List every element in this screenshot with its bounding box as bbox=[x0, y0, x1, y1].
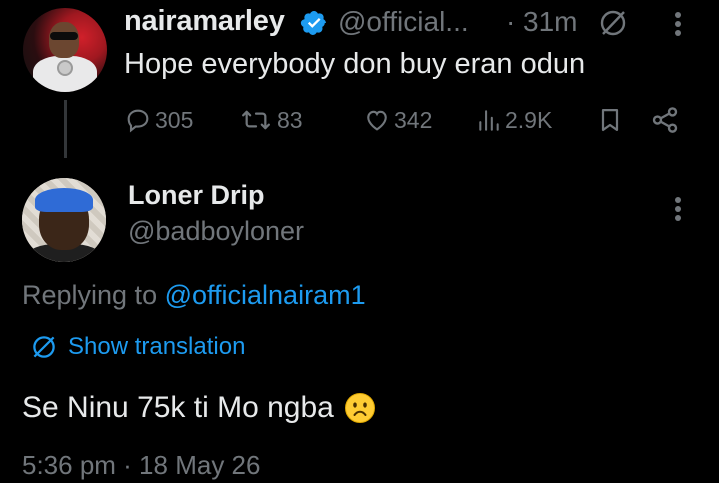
bookmark-button[interactable] bbox=[596, 102, 624, 138]
more-vertical-icon[interactable] bbox=[668, 194, 688, 224]
view-count: 2.9K bbox=[505, 106, 553, 133]
views-button[interactable]: 2.9K bbox=[476, 102, 552, 138]
avatar-chain bbox=[57, 60, 73, 76]
repost-count: 83 bbox=[277, 106, 303, 133]
more-vertical-icon[interactable] bbox=[668, 9, 688, 39]
like-icon bbox=[367, 110, 387, 131]
repost-button[interactable]: 83 bbox=[238, 102, 303, 138]
avatar-durag bbox=[35, 188, 93, 212]
avatar-face bbox=[49, 22, 79, 58]
share-button[interactable] bbox=[650, 102, 680, 138]
parent-tweet[interactable]: nairamarley @official... · 31m Hope ever… bbox=[0, 0, 719, 160]
reply-tweet-text: Se Ninu 75k ti Mo ngba bbox=[22, 391, 376, 425]
share-icon bbox=[652, 107, 678, 133]
verified-badge-icon bbox=[300, 11, 326, 35]
repost-icon bbox=[242, 110, 270, 130]
reply-author-display-name[interactable]: Loner Drip bbox=[128, 180, 265, 211]
replying-to: Replying to @officialnairam1 bbox=[22, 280, 366, 311]
show-translation-label: Show translation bbox=[68, 333, 246, 360]
like-button[interactable]: 342 bbox=[363, 102, 432, 138]
reply-avatar[interactable] bbox=[22, 178, 106, 262]
reply-button[interactable]: 305 bbox=[124, 102, 193, 138]
reply-count: 305 bbox=[155, 106, 194, 133]
reply-icon bbox=[127, 109, 149, 133]
show-translation-button[interactable]: Show translation bbox=[30, 330, 245, 364]
separator-dot: · bbox=[506, 6, 516, 37]
views-icon bbox=[479, 110, 499, 131]
globe-translate-icon bbox=[33, 336, 55, 358]
tweet-actions: 305 83 342 2.9K bbox=[0, 102, 719, 138]
replying-to-prefix: Replying to bbox=[22, 280, 165, 310]
reply-text: Se Ninu 75k ti Mo ngba bbox=[22, 391, 334, 424]
bookmark-icon bbox=[601, 108, 619, 132]
slightly-frowning-face-icon bbox=[344, 393, 375, 423]
author-handle[interactable]: @official... bbox=[338, 6, 488, 38]
tweet-text: Hope everybody don buy eran odun bbox=[124, 48, 586, 80]
avatar[interactable] bbox=[23, 8, 107, 92]
reply-author-handle[interactable]: @badboyloner bbox=[128, 216, 304, 247]
replying-to-handle-link[interactable]: @officialnairam1 bbox=[165, 280, 366, 310]
tweet-time[interactable]: 31m bbox=[523, 6, 577, 38]
author-display-name[interactable]: nairamarley bbox=[124, 5, 285, 38]
like-count: 342 bbox=[394, 106, 433, 133]
avatar-sunglasses bbox=[50, 32, 78, 40]
globe-translate-icon bbox=[600, 10, 626, 36]
reply-timestamp[interactable]: 5:36 pm · 18 May 26 bbox=[22, 450, 260, 481]
